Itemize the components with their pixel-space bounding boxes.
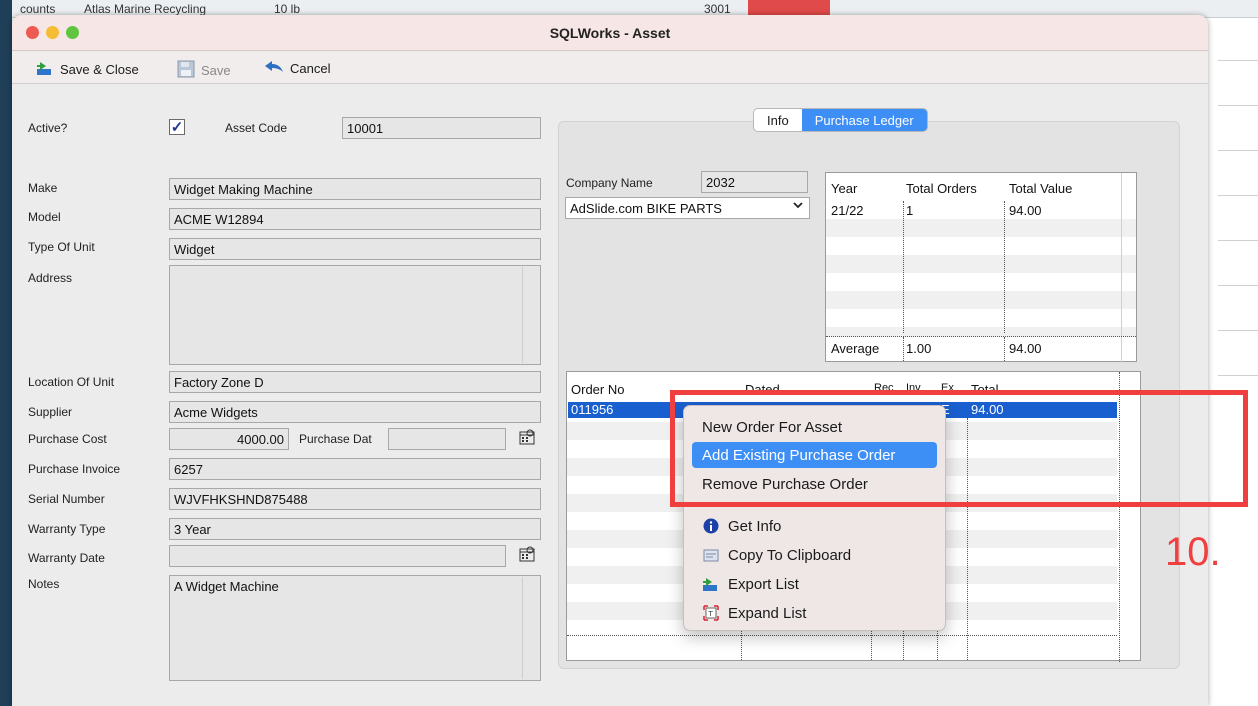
save-button[interactable]: Save (177, 60, 231, 81)
column-header-order-no[interactable]: Order No (571, 382, 624, 397)
menu-item-expand-list[interactable]: T Expand List (692, 600, 937, 626)
warranty-date-label: Warranty Date (28, 551, 105, 565)
clipboard-icon (702, 546, 720, 564)
background-app-right (1208, 18, 1258, 706)
menu-item-label: Get Info (728, 517, 782, 535)
summary-orders-cell: 1 (906, 203, 914, 218)
supplier-field[interactable]: Acme Widgets (169, 401, 541, 423)
serial-number-field[interactable]: WJVFHKSHND875488 (169, 488, 541, 510)
tab-purchase-ledger[interactable]: Purchase Ledger (801, 109, 927, 131)
warranty-type-label: Warranty Type (28, 522, 106, 536)
purchase-cost-field[interactable]: 4000.00 (169, 428, 289, 450)
location-label: Location Of Unit (28, 375, 115, 389)
menu-item-label: Export List (728, 575, 799, 593)
warranty-date-field[interactable] (169, 545, 506, 567)
menu-item-get-info[interactable]: Get Info (692, 513, 937, 539)
supplier-label: Supplier (28, 405, 73, 419)
model-label: Model (28, 210, 61, 224)
summary-year-cell: 21/22 (831, 203, 864, 218)
company-code-field[interactable]: 2032 (701, 171, 808, 193)
purchase-date-field[interactable] (388, 428, 506, 450)
active-label: Active? (28, 121, 68, 135)
year-summary-grid: Year Total Orders Total Value 21/22 1 94… (825, 172, 1137, 363)
toolbar: Save & Close Save Cancel (12, 52, 1208, 84)
cancel-label: Cancel (290, 61, 331, 76)
asset-code-label: Asset Code (225, 121, 288, 135)
company-name-label: Company Name (566, 176, 653, 190)
address-scrollbar[interactable] (522, 267, 539, 363)
notes-label: Notes (28, 577, 60, 591)
purchase-cost-label: Purchase Cost (28, 432, 107, 446)
location-field[interactable]: Factory Zone D (169, 371, 541, 393)
menu-item-label: Expand List (728, 604, 807, 622)
background-red-cell (748, 0, 830, 16)
svg-text:T: T (708, 610, 714, 618)
make-label: Make (28, 181, 58, 195)
serial-number-label: Serial Number (28, 492, 105, 506)
average-label: Average (831, 341, 880, 356)
warranty-type-field[interactable]: 3 Year (169, 518, 541, 540)
type-of-unit-label: Type Of Unit (28, 240, 95, 254)
purchase-invoice-field[interactable]: 6257 (169, 458, 541, 480)
notes-scrollbar[interactable] (522, 577, 539, 679)
asset-window: SQLWorks - Asset Save & Close Save Cance… (12, 15, 1208, 706)
save-close-icon (36, 60, 54, 79)
order-no-cell: 011956 (571, 402, 614, 417)
background-text: Atlas Marine Recycling (84, 2, 207, 16)
model-field[interactable]: ACME W12894 (169, 208, 541, 230)
average-orders-value: 1.00 (906, 341, 932, 356)
export-icon (702, 575, 720, 593)
cancel-button[interactable]: Cancel (264, 60, 330, 77)
average-total-value: 94.00 (1009, 341, 1042, 356)
asset-code-field[interactable]: 10001 (342, 117, 541, 139)
save-label: Save (201, 63, 231, 78)
tab-info[interactable]: Info (754, 109, 802, 131)
summary-value-cell: 94.00 (1009, 203, 1042, 218)
info-icon (702, 517, 720, 535)
title-bar[interactable]: SQLWorks - Asset (12, 15, 1208, 51)
background-text: 3001 (704, 2, 731, 16)
menu-item-copy-clipboard[interactable]: Copy To Clipboard (692, 542, 937, 568)
tab-switcher: Info Purchase Ledger (753, 108, 928, 132)
notes-field[interactable]: A Widget Machine (169, 575, 541, 681)
address-label: Address (28, 271, 73, 285)
back-arrow-icon (264, 60, 284, 77)
type-of-unit-field[interactable]: Widget (169, 238, 541, 260)
calendar-icon[interactable] (518, 429, 536, 447)
highlight-box (670, 390, 1248, 507)
make-field[interactable]: Widget Making Machine (169, 178, 541, 200)
background-text: counts (20, 2, 56, 16)
calendar-icon[interactable] (518, 546, 536, 564)
checkmark-icon: ✓ (170, 118, 184, 136)
menu-item-label: Copy To Clipboard (728, 546, 852, 564)
column-header-total-orders[interactable]: Total Orders (906, 181, 977, 196)
company-select-value: AdSlide.com BIKE PARTS (570, 201, 722, 216)
column-header-total-value[interactable]: Total Value (1009, 181, 1072, 196)
chevron-down-icon[interactable] (789, 199, 807, 217)
step-number: 10. (1165, 530, 1221, 574)
background-app-sidebar (0, 0, 12, 706)
save-close-button[interactable]: Save & Close (36, 60, 139, 79)
floppy-icon (177, 60, 195, 81)
active-checkbox[interactable]: ✓ (169, 119, 185, 135)
expand-icon: T (702, 604, 720, 622)
background-text: 10 lb (274, 2, 301, 16)
purchase-date-label: Purchase Dat (299, 432, 372, 446)
save-close-label: Save & Close (60, 62, 139, 77)
purchase-invoice-label: Purchase Invoice (28, 462, 121, 476)
window-title: SQLWorks - Asset (549, 25, 671, 41)
company-select[interactable]: AdSlide.com BIKE PARTS (565, 197, 810, 219)
menu-item-export-list[interactable]: Export List (692, 571, 937, 597)
address-field[interactable] (169, 265, 541, 365)
column-header-year[interactable]: Year (831, 181, 857, 196)
